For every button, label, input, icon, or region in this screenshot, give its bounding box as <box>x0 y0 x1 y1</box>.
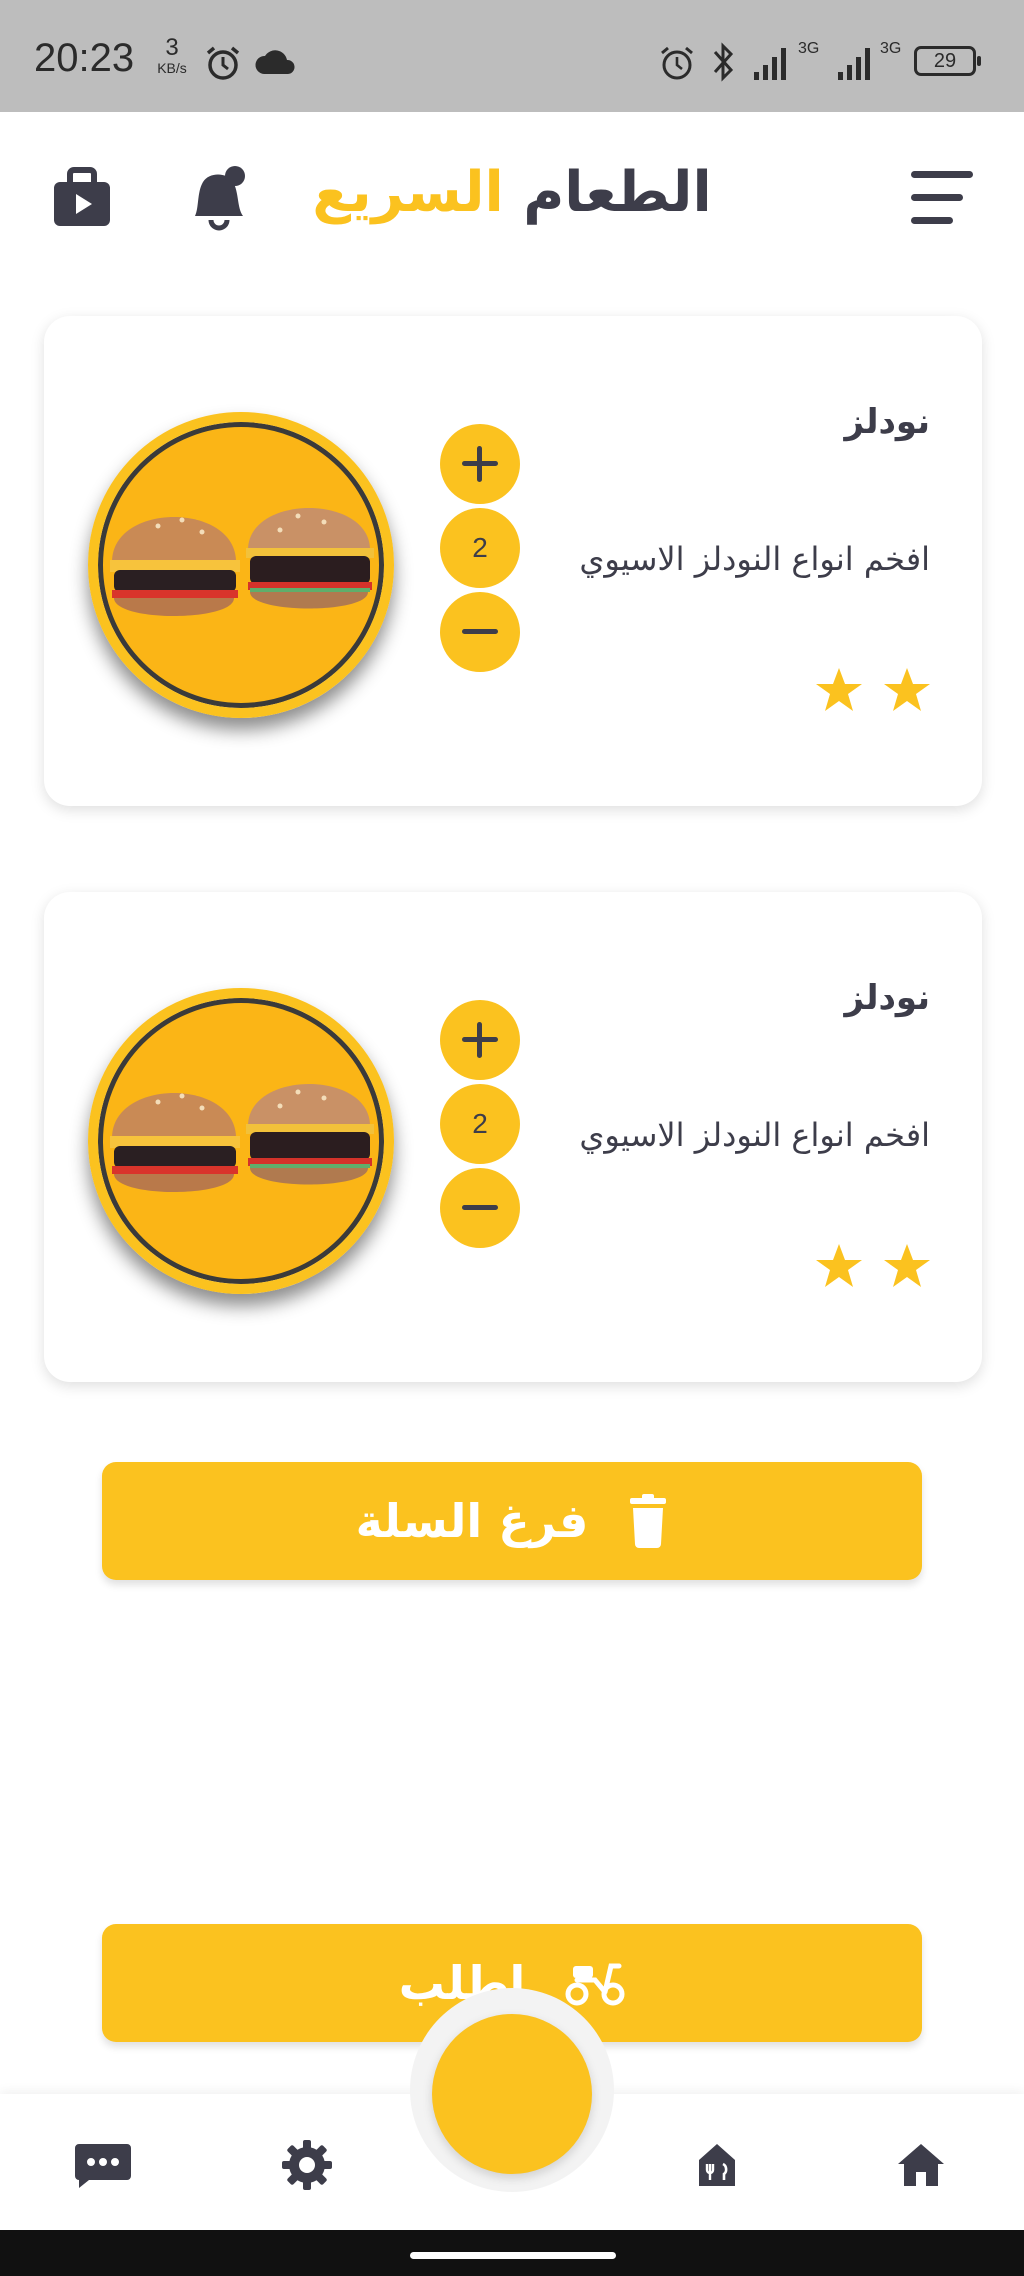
quantity-value: 2 <box>440 508 520 588</box>
bluetooth-icon <box>713 42 734 82</box>
alarm-icon <box>206 46 240 80</box>
food-image <box>88 412 394 718</box>
food-image-ring <box>98 422 384 708</box>
quantity-text: 2 <box>472 532 488 563</box>
network-type-2: 3G <box>880 40 902 57</box>
quantity-value: 2 <box>440 1084 520 1164</box>
signal-icon-2 <box>838 48 870 80</box>
star-icon <box>816 668 862 711</box>
item-description: افخم انواع النودلز الاسيوي <box>579 1116 930 1154</box>
menu-button[interactable] <box>902 158 982 238</box>
status-time: 20:23 <box>34 36 135 80</box>
status-bar: 20:23 3 KB/s 3G 3G 29 <box>0 0 1024 112</box>
network-speed-value: 3 <box>165 34 179 61</box>
cart-item-card: 2 نودلز افخم انواع النودلز الاسيوي <box>44 892 982 1382</box>
chat-icon <box>75 2144 131 2188</box>
star-icon <box>884 1244 930 1287</box>
quantity-stepper: 2 <box>440 1000 520 1248</box>
home-icon <box>898 2144 944 2186</box>
network-speed-unit: KB/s <box>157 60 187 76</box>
minus-icon <box>462 1205 498 1210</box>
nav-settings[interactable] <box>272 2130 342 2200</box>
network-speed: 3 KB/s <box>150 34 194 77</box>
app-title-accent: السريع <box>312 160 504 225</box>
item-rating <box>814 1242 932 1290</box>
home-gesture-handle[interactable] <box>410 2252 616 2259</box>
restaurant-icon <box>699 2144 735 2186</box>
app-title-main: الطعام <box>523 160 712 225</box>
signal-icon-1 <box>754 48 786 80</box>
star-icon <box>816 1244 862 1287</box>
network-type-1: 3G <box>798 40 820 57</box>
quantity-stepper: 2 <box>440 424 520 672</box>
app-title: الطعام السريع <box>0 160 1024 225</box>
decrease-quantity-button[interactable] <box>440 592 520 672</box>
item-description: افخم انواع النودلز الاسيوي <box>579 540 930 578</box>
decrease-quantity-button[interactable] <box>440 1168 520 1248</box>
food-image <box>88 988 394 1294</box>
increase-quantity-button[interactable] <box>440 424 520 504</box>
item-name: نودلز <box>844 978 930 1018</box>
quantity-text: 2 <box>472 1108 488 1139</box>
menu-icon <box>911 171 973 224</box>
star-icon <box>884 668 930 711</box>
increase-quantity-button[interactable] <box>440 1000 520 1080</box>
scooter-icon <box>565 1963 625 2006</box>
plus-icon <box>462 446 498 482</box>
food-image-ring <box>98 998 384 1284</box>
clear-cart-label: فرغ السلة <box>355 1494 589 1548</box>
gear-icon <box>282 2140 332 2190</box>
cloud-icon <box>255 50 295 74</box>
minus-icon <box>462 629 498 634</box>
nav-chat[interactable] <box>68 2130 138 2200</box>
cart-item-card: 2 نودلز افخم انواع النودلز الاسيوي <box>44 316 982 806</box>
battery-indicator: 29 <box>914 46 981 76</box>
plus-icon <box>462 1022 498 1058</box>
nav-restaurants[interactable] <box>682 2130 752 2200</box>
app-header: الطعام السريع <box>0 112 1024 282</box>
trash-icon <box>630 1494 667 1548</box>
item-name: نودلز <box>844 402 930 442</box>
nav-home[interactable] <box>886 2130 956 2200</box>
clear-cart-button[interactable]: فرغ السلة <box>102 1462 922 1580</box>
center-action-button[interactable] <box>432 2014 592 2174</box>
item-rating <box>814 666 932 714</box>
alarm-icon-right <box>661 46 693 80</box>
